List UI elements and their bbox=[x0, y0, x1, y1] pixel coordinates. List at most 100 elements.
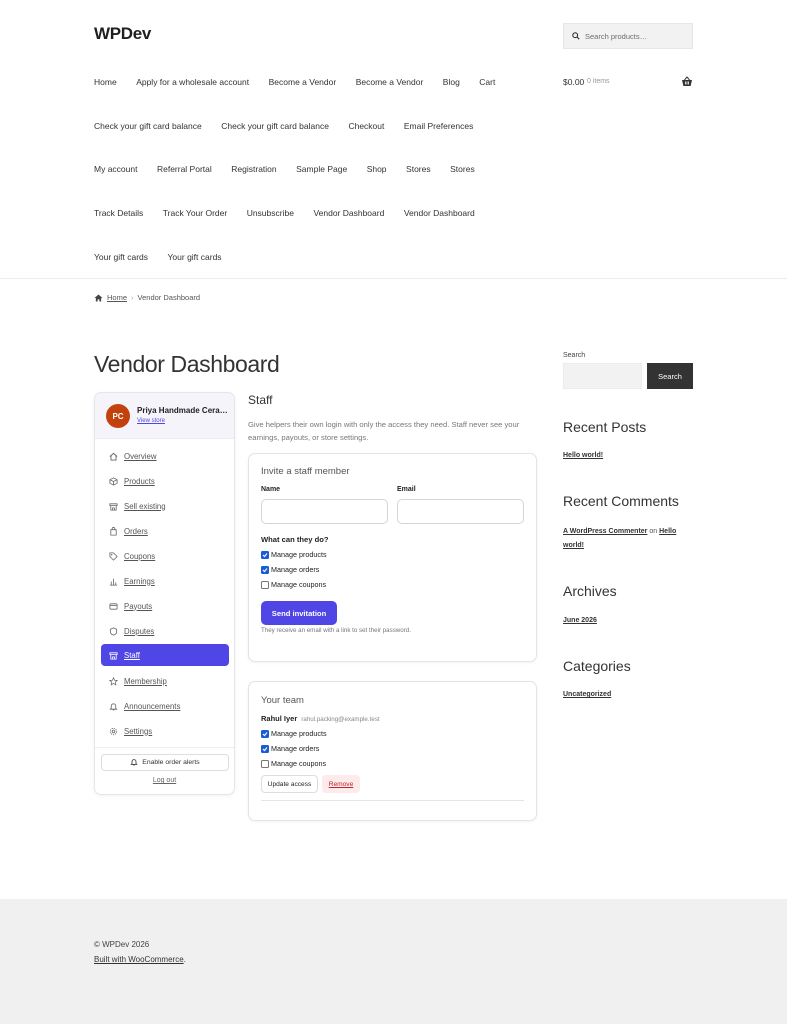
woocommerce-link[interactable]: Built with WooCommerce bbox=[94, 955, 184, 964]
nav-item[interactable]: Check your gift card balance bbox=[94, 121, 202, 131]
nav-item[interactable]: Registration bbox=[231, 164, 276, 174]
sidebar-item-label: Announcements bbox=[124, 701, 181, 711]
permissions-heading: What can they do? bbox=[261, 535, 329, 544]
checkbox[interactable] bbox=[261, 580, 269, 589]
member-permission-manage-products[interactable]: Manage products bbox=[261, 729, 327, 738]
sidebar-item-sell-existing[interactable]: Sell existing bbox=[101, 495, 229, 517]
nav-item[interactable]: Shop bbox=[367, 164, 387, 174]
built-with: Built with WooCommerce. bbox=[94, 955, 186, 964]
permission-manage-coupons[interactable]: Manage coupons bbox=[261, 580, 326, 589]
permission-label: Manage products bbox=[271, 729, 327, 738]
site-title[interactable]: WPDev bbox=[94, 24, 151, 44]
email-field-label: Email bbox=[397, 486, 416, 493]
nav-item[interactable]: Home bbox=[94, 77, 117, 87]
sidebar-item-products[interactable]: Products bbox=[101, 470, 229, 492]
sidebar-item-announcements[interactable]: Announcements bbox=[101, 695, 229, 717]
sidebar-item-disputes[interactable]: Disputes bbox=[101, 620, 229, 642]
permission-manage-orders[interactable]: Manage orders bbox=[261, 565, 319, 574]
send-invitation-button[interactable]: Send invitation bbox=[261, 601, 337, 625]
nav-item[interactable]: Checkout bbox=[348, 121, 384, 131]
sidebar-item-label: Overview bbox=[124, 451, 157, 461]
member-permission-manage-orders[interactable]: Manage orders bbox=[261, 744, 319, 753]
checkbox[interactable] bbox=[261, 759, 269, 768]
product-search-input[interactable] bbox=[585, 31, 685, 41]
sidebar-item-label: Orders bbox=[124, 526, 148, 536]
update-access-button[interactable]: Update access bbox=[261, 775, 318, 793]
sidebar-item-coupons[interactable]: Coupons bbox=[101, 545, 229, 567]
vendor-sidebar: PC Priya Handmade Ceramics View store Ov… bbox=[94, 392, 235, 795]
nav-item[interactable]: Email Preferences bbox=[404, 121, 473, 131]
comment-author-link[interactable]: A WordPress Commenter bbox=[563, 528, 647, 535]
category-link[interactable]: Uncategorized bbox=[563, 691, 611, 698]
nav-item[interactable]: Your gift cards bbox=[168, 252, 222, 262]
archive-link[interactable]: June 2026 bbox=[563, 617, 597, 624]
basket-icon[interactable] bbox=[681, 76, 693, 89]
sidebar-item-label: Settings bbox=[124, 726, 153, 736]
built-with-period: . bbox=[183, 955, 186, 964]
checkbox[interactable] bbox=[261, 565, 269, 574]
sidebar-item-membership[interactable]: Membership bbox=[101, 670, 229, 692]
member-name: Rahul Iyer bbox=[261, 714, 298, 723]
nav-item[interactable]: Blog bbox=[443, 77, 460, 87]
logout-link[interactable]: Log out bbox=[95, 777, 234, 784]
sidebar-divider bbox=[95, 747, 234, 748]
nav-item[interactable]: Referral Portal bbox=[157, 164, 212, 174]
gear-icon bbox=[108, 726, 118, 736]
permission-manage-products[interactable]: Manage products bbox=[261, 550, 327, 559]
name-field[interactable] bbox=[261, 499, 388, 524]
avatar: PC bbox=[106, 404, 130, 428]
nav-item[interactable]: Check your gift card balance bbox=[221, 121, 329, 131]
widget-search-button[interactable]: Search bbox=[647, 363, 693, 389]
category-item: Uncategorized bbox=[563, 691, 611, 698]
sidebar-item-orders[interactable]: Orders bbox=[101, 520, 229, 542]
checkbox[interactable] bbox=[261, 744, 269, 753]
checkbox[interactable] bbox=[261, 729, 269, 738]
nav-item[interactable]: Cart bbox=[479, 77, 495, 87]
enable-order-alerts-button[interactable]: Enable order alerts bbox=[101, 754, 229, 771]
sidebar-item-settings[interactable]: Settings bbox=[101, 720, 229, 742]
checkbox[interactable] bbox=[261, 550, 269, 559]
sidebar-item-label: Products bbox=[124, 476, 155, 486]
breadcrumb: Home › Vendor Dashboard bbox=[94, 293, 200, 302]
product-search[interactable] bbox=[563, 23, 693, 49]
email-field[interactable] bbox=[397, 499, 524, 524]
team-member: Rahul Iyer rahul.packing@example.test bbox=[261, 714, 380, 723]
nav-item[interactable]: Become a Vendor bbox=[356, 77, 424, 87]
bar-chart-icon bbox=[108, 576, 118, 586]
breadcrumb-current: Vendor Dashboard bbox=[137, 293, 201, 302]
nav-item[interactable]: Your gift cards bbox=[94, 252, 148, 262]
sidebar-item-overview[interactable]: Overview bbox=[101, 445, 229, 467]
breadcrumb-home-link[interactable]: Home bbox=[107, 293, 127, 302]
store-icon bbox=[108, 501, 118, 511]
widget-search-input[interactable] bbox=[563, 363, 642, 389]
nav-item[interactable]: Vendor Dashboard bbox=[313, 208, 384, 218]
nav-item[interactable]: Apply for a wholesale account bbox=[136, 77, 249, 87]
cart-amount[interactable]: $0.00 bbox=[563, 77, 584, 87]
nav-item[interactable]: Sample Page bbox=[296, 164, 347, 174]
recent-post-link[interactable]: Hello world! bbox=[563, 452, 603, 459]
recent-posts-title: Recent Posts bbox=[563, 419, 647, 435]
nav-item[interactable]: Unsubscribe bbox=[247, 208, 294, 218]
nav-item[interactable]: Stores bbox=[406, 164, 431, 174]
nav-item[interactable]: Track Your Order bbox=[163, 208, 227, 218]
nav-item[interactable]: Stores bbox=[450, 164, 475, 174]
nav-item[interactable]: Track Details bbox=[94, 208, 143, 218]
sidebar-item-payouts[interactable]: Payouts bbox=[101, 595, 229, 617]
nav-item[interactable]: My account bbox=[94, 164, 137, 174]
copyright: © WPDev 2026 bbox=[94, 940, 150, 949]
sidebar-item-earnings[interactable]: Earnings bbox=[101, 570, 229, 592]
archive-item: June 2026 bbox=[563, 617, 597, 624]
member-permission-manage-coupons[interactable]: Manage coupons bbox=[261, 759, 326, 768]
sidebar-item-label: Membership bbox=[124, 676, 167, 686]
sidebar-item-staff[interactable]: Staff bbox=[101, 644, 229, 666]
permission-label: Manage orders bbox=[271, 744, 320, 753]
view-store-link[interactable]: View store bbox=[137, 418, 165, 424]
cart-item-count[interactable]: 0 items bbox=[587, 78, 610, 85]
remove-member-button[interactable]: Remove bbox=[322, 775, 360, 793]
home-icon bbox=[94, 293, 103, 302]
nav-item[interactable]: Vendor Dashboard bbox=[404, 208, 475, 218]
nav-item[interactable]: Become a Vendor bbox=[269, 77, 337, 87]
sidebar-item-label: Coupons bbox=[124, 551, 156, 561]
nav-row-1: Home Apply for a wholesale account Becom… bbox=[94, 77, 515, 87]
bell-icon bbox=[108, 701, 118, 711]
